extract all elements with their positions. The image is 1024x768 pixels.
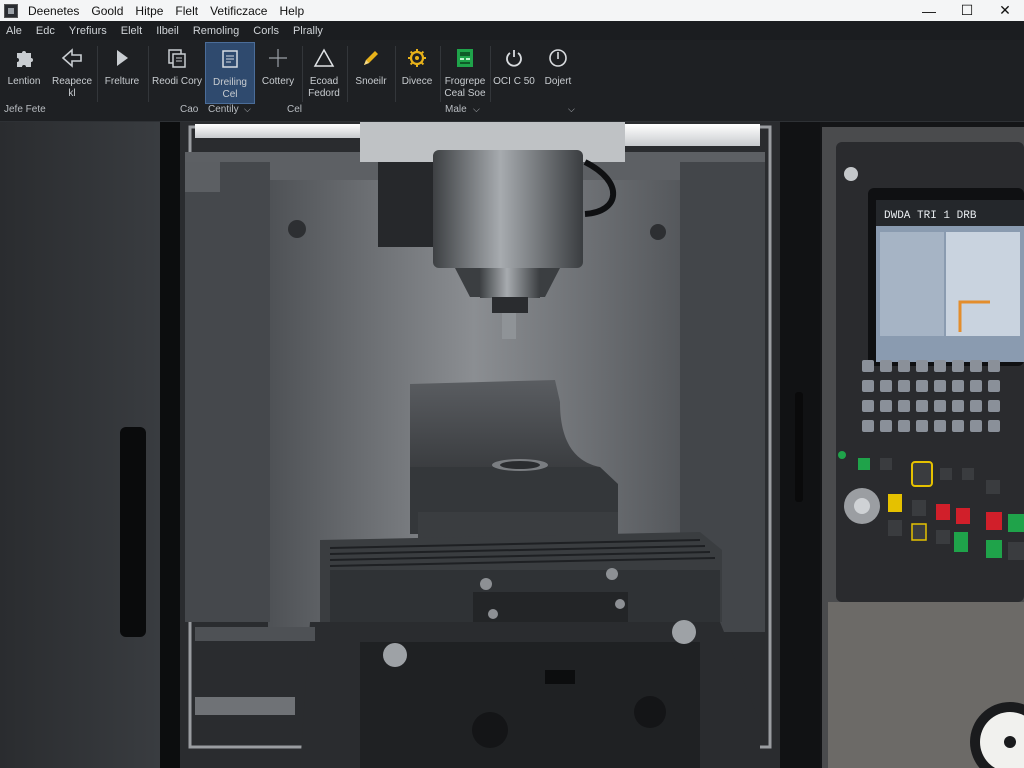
left-door <box>0 122 180 768</box>
chevron-down-icon[interactable]: ⌵ <box>244 104 251 115</box>
work-light-right <box>620 124 760 146</box>
ribbon-group-label-jefe-fete: Jefe Fete <box>4 104 46 115</box>
ribbon-button-label: Frelture <box>104 76 140 87</box>
title-menu-3[interactable]: Hitpe <box>129 4 169 18</box>
ribbon-button-divece[interactable]: Divece <box>397 42 437 104</box>
ribbon-button-label: Dreiling Cel <box>213 77 247 100</box>
control-screen-title: DWDA TRI 1 DRB <box>884 210 977 222</box>
menu-item-edc[interactable]: Edc <box>30 25 63 37</box>
ribbon-separator <box>395 46 396 102</box>
ribbon-button-label: Reodi Cory <box>151 76 203 87</box>
door-handle <box>120 427 146 637</box>
maximize-button[interactable]: ☐ <box>948 0 986 21</box>
chevron-down-icon[interactable]: ⌵ <box>568 104 575 115</box>
title-menu-5[interactable]: Vetificzace <box>204 4 273 18</box>
ribbon-button-dreiling-cel[interactable]: Dreiling Cel <box>205 42 255 104</box>
ribbon-button-ecoad-fedord[interactable]: Ecoad Fedord <box>304 42 344 104</box>
power-alt-icon <box>546 46 570 70</box>
ribbon-group-label-cel: Cel <box>287 104 303 115</box>
arrow-shape-icon <box>60 46 84 70</box>
ribbon-button-label: Cottery <box>261 76 295 87</box>
gear-icon <box>405 46 429 70</box>
cutting-tool <box>502 313 516 339</box>
document-icon <box>218 47 242 71</box>
ribbon-group-label-cao: Cao <box>180 104 199 115</box>
menu-item-ale[interactable]: Ale <box>0 25 30 37</box>
ribbon-button-label: Ecoad Fedord <box>308 76 340 99</box>
triangle-icon <box>312 46 336 70</box>
power-icon <box>502 46 526 70</box>
ribbon-button-label: Reapece kl <box>51 76 93 99</box>
menu-bar: Ale Edc Yrefiurs Elelt Ilbeil Remoling C… <box>0 21 1024 40</box>
ribbon-separator <box>440 46 441 102</box>
pencil-icon <box>359 46 383 70</box>
menu-item-elelt[interactable]: Elelt <box>115 25 150 37</box>
ribbon-button-label: Frogrepe Ceal Soe <box>444 76 486 99</box>
ribbon-group-label-male[interactable]: Male <box>445 104 467 115</box>
ribbon-button-label: Dojert <box>544 76 572 87</box>
green-panel-icon <box>453 46 477 70</box>
ribbon-button-frogrepe[interactable]: Frogrepe Ceal Soe <box>442 42 488 104</box>
ribbon-button-lention[interactable]: Lention <box>4 42 44 104</box>
menu-item-plrally[interactable]: Plrally <box>287 25 331 37</box>
work-light-left <box>195 124 375 138</box>
ribbon-separator <box>490 46 491 102</box>
mode-selector-knob <box>911 461 933 487</box>
ribbon-button-reapece[interactable]: Reapece kl <box>50 42 94 104</box>
menu-item-ilbeil[interactable]: Ilbeil <box>150 25 187 37</box>
menu-item-remoling[interactable]: Remoling <box>187 25 247 37</box>
ribbon-separator <box>148 46 149 102</box>
title-menu-help[interactable]: Help <box>273 4 310 18</box>
menu-item-yrefiurs[interactable]: Yrefiurs <box>63 25 115 37</box>
ribbon-button-oci-c-50[interactable]: OCI C 50 <box>492 42 536 104</box>
ribbon-button-label: OCI C 50 <box>493 76 535 87</box>
title-menu-2[interactable]: Goold <box>85 4 129 18</box>
minimize-button[interactable]: — <box>910 0 948 21</box>
ribbon-button-cottery[interactable]: Cottery <box>258 42 298 104</box>
cnc-machine-scene: DWDA TRI 1 DRB <box>0 122 1024 768</box>
ribbon-separator <box>347 46 348 102</box>
ribbon-button-label: Lention <box>7 76 41 87</box>
menu-item-corls[interactable]: Corls <box>247 25 287 37</box>
puzzle-icon <box>12 46 36 70</box>
title-menu-1[interactable]: Deenetes <box>22 4 85 18</box>
ribbon-button-label: Divece <box>401 76 433 87</box>
title-bar: Deenetes Goold Hitpe Flelt Vetificzace H… <box>0 0 1024 21</box>
title-menu-4[interactable]: Flelt <box>169 4 204 18</box>
copy-icon <box>165 46 189 70</box>
ribbon-group-label-centily[interactable]: Centily <box>208 104 239 115</box>
cam-application-window: Deenetes Goold Hitpe Flelt Vetificzace H… <box>0 0 1024 768</box>
close-button[interactable]: ✕ <box>986 0 1024 21</box>
ribbon-button-label: Snoeilr <box>355 76 387 87</box>
cnc-control-panel: DWDA TRI 1 DRB <box>822 127 1024 768</box>
crosshair-icon <box>266 46 290 70</box>
ribbon-separator <box>97 46 98 102</box>
ribbon-button-reodi-cory[interactable]: Reodi Cory <box>150 42 204 104</box>
window-controls: — ☐ ✕ <box>910 0 1024 21</box>
ribbon-button-snoeilr[interactable]: Snoeilr <box>350 42 392 104</box>
chevron-down-icon[interactable]: ⌵ <box>473 104 480 115</box>
ribbon-separator <box>302 46 303 102</box>
app-logo-icon <box>4 3 18 18</box>
ribbon-button-dojert[interactable]: Dojert <box>538 42 578 104</box>
arrow-right-icon <box>110 46 134 70</box>
ribbon-button-frelture[interactable]: Frelture <box>100 42 144 104</box>
machine-viewport[interactable]: DWDA TRI 1 DRB <box>0 122 1024 768</box>
ribbon-toolbar: Lention Reapece kl Frelture Reodi Cory D… <box>0 40 1024 122</box>
